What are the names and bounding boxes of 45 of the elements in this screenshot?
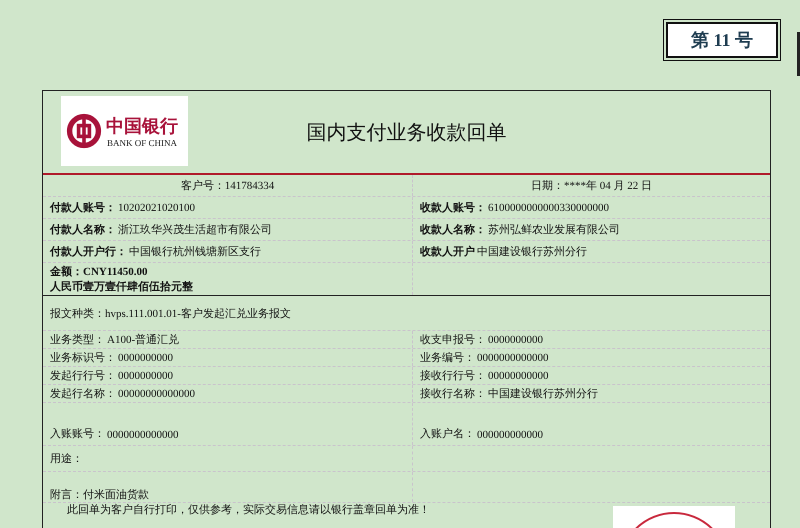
field-value: 00000000000 bbox=[488, 370, 548, 382]
bank-name: 中国银行 bbox=[106, 115, 178, 138]
field-label: 接收行行号： bbox=[420, 368, 486, 383]
field-value: 0000000000 bbox=[118, 352, 173, 364]
field-value: 00000000000000 bbox=[118, 388, 195, 400]
field-label: 收支申报号： bbox=[420, 333, 486, 347]
field-value: 中国建设银行苏州分行 bbox=[477, 245, 587, 259]
field-label: 入账账号： bbox=[50, 427, 105, 441]
date-text: 日期：****年 04 月 22 日 bbox=[531, 179, 652, 193]
field-label: 业务类型： bbox=[50, 333, 105, 347]
field-label: 业务标识号： bbox=[50, 351, 116, 365]
field-label: 收款人账号： bbox=[420, 200, 486, 215]
field-label: 接收行名称： bbox=[420, 386, 486, 401]
field-value: 0000000000 bbox=[488, 334, 543, 346]
field-value: A100-普通汇兑 bbox=[107, 332, 180, 347]
remark-text: 附言：付米面油货款 bbox=[50, 488, 149, 502]
field-value: 000000000000 bbox=[477, 429, 543, 441]
field-value: 0000000000000 bbox=[477, 352, 548, 364]
amount-text: 金额：CNY11450.00 bbox=[50, 264, 148, 279]
field-value: 浙江玖华兴茂生活超市有限公司 bbox=[118, 222, 272, 237]
field-value: 中国银行杭州钱塘新区支行 bbox=[129, 244, 261, 259]
field-label: 付款人开户行： bbox=[50, 244, 127, 259]
field-value: 0000000000 bbox=[118, 370, 173, 382]
page-number-label: 第 11 号 bbox=[666, 22, 778, 58]
field-value: 0000000000000 bbox=[107, 429, 178, 441]
field-label: 收款人开户 bbox=[420, 244, 475, 259]
field-value: 中国建设银行苏州分行 bbox=[488, 387, 598, 401]
field-value: 苏州弘鲜农业发展有限公司 bbox=[488, 223, 620, 237]
field-label: 入账户名： bbox=[420, 426, 475, 441]
field-label: 收款人名称： bbox=[420, 222, 486, 237]
field-label: 业务编号： bbox=[420, 351, 475, 365]
field-label: 付款人账号： bbox=[50, 200, 116, 215]
field-label: 发起行行号： bbox=[50, 369, 116, 383]
notice-text: 此回单为客户自行打印，仅供参考，实际交易信息请以银行盖章回单为准！ bbox=[66, 503, 431, 517]
message-type: 报文种类：hvps.111.001.01-客户发起汇兑业务报文 bbox=[50, 306, 291, 320]
receipt-title: 国内支付业务收款回单 bbox=[306, 120, 508, 146]
purpose-label: 用途： bbox=[50, 452, 83, 466]
field-value: 10202021020100 bbox=[118, 202, 195, 214]
bank-name-english: BANK OF CHINA bbox=[106, 138, 177, 148]
field-label: 付款人名称： bbox=[50, 222, 116, 237]
amount-in-words: 人民币壹万壹仟肆佰伍拾元整 bbox=[50, 280, 193, 294]
customer-number: 客户号：141784334 bbox=[180, 178, 274, 193]
field-label: 发起行名称： bbox=[50, 387, 116, 401]
coin-icon bbox=[66, 113, 102, 149]
field-value: 6100000000000330000000 bbox=[488, 202, 609, 214]
